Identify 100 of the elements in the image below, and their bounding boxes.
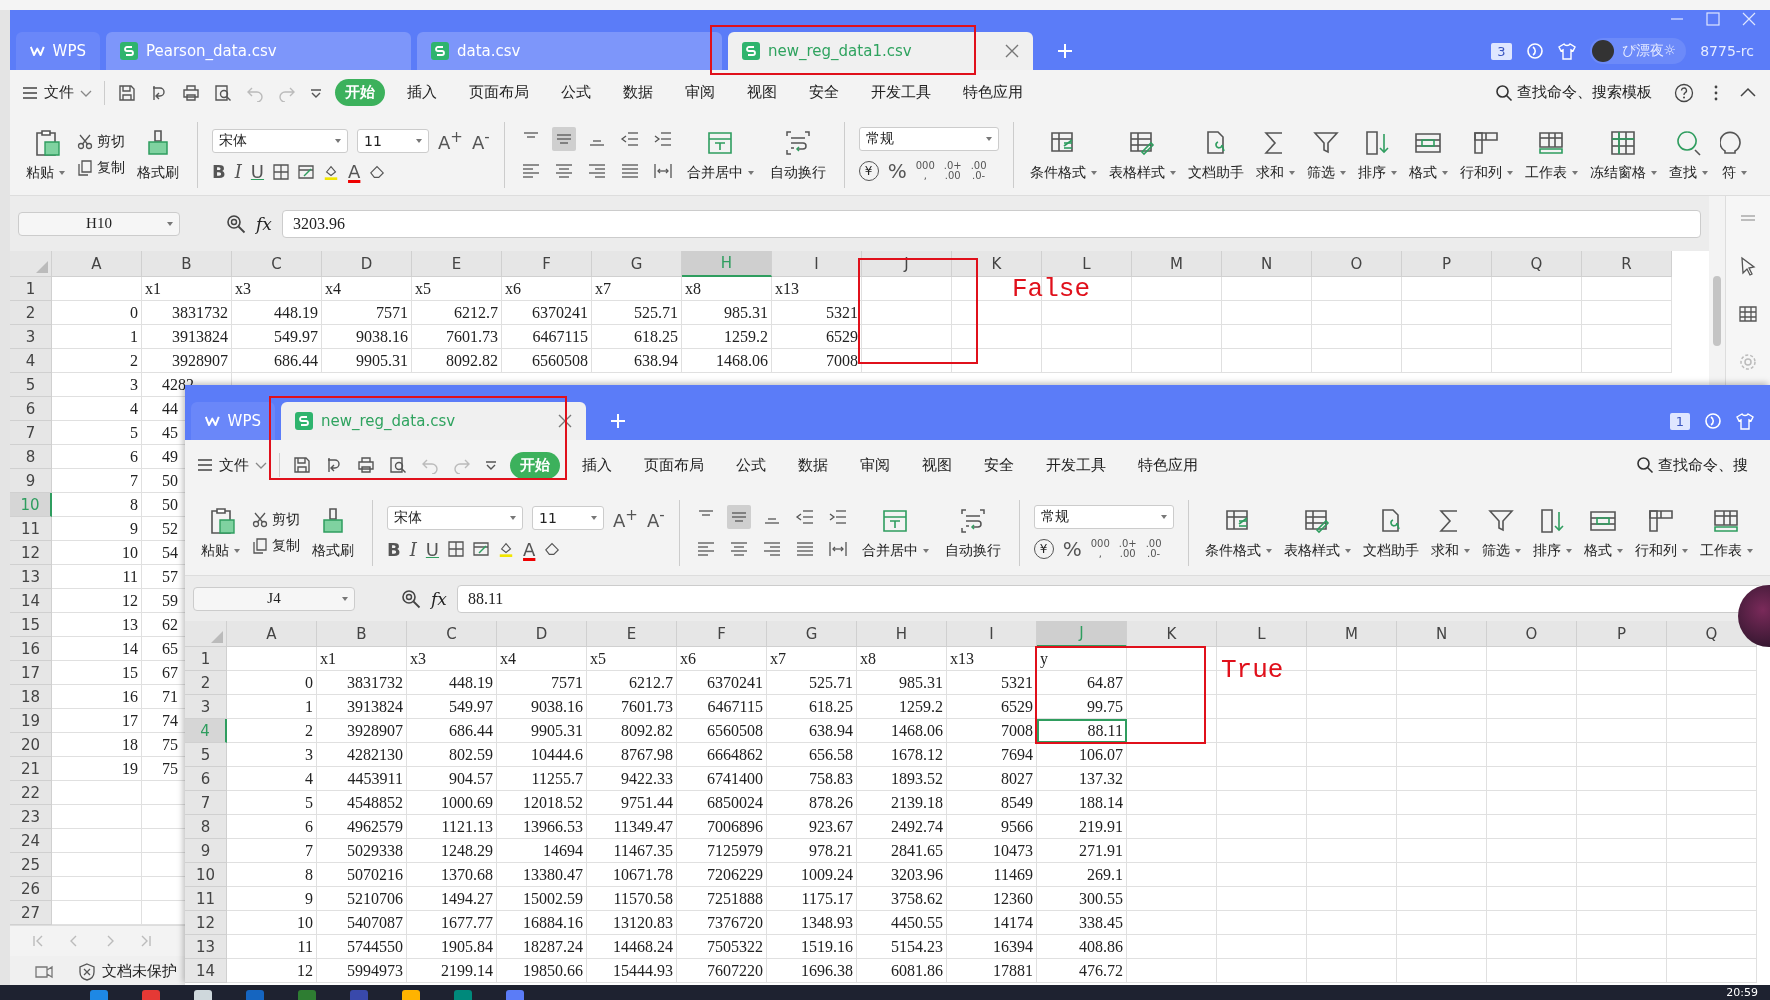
percent-button[interactable]: % (887, 159, 907, 183)
ribbon-tab[interactable]: 公式 (726, 451, 776, 479)
command-search-button[interactable]: 查找命令、搜 (1636, 455, 1748, 475)
ribbon-tab[interactable]: 开发工具 (861, 79, 941, 106)
row-header[interactable]: 23 (10, 805, 52, 829)
row-header[interactable]: 3 (185, 695, 227, 719)
row-header[interactable]: 21 (10, 757, 52, 781)
row-header[interactable]: 11 (10, 517, 52, 541)
ribbon-tab[interactable]: 审阅 (850, 451, 900, 479)
name-box[interactable]: H10 (18, 211, 180, 236)
ribbon-tool-button[interactable]: 查找 (1666, 128, 1710, 182)
wrap-text-button[interactable]: 自动换行 (940, 505, 1005, 560)
formula-field[interactable]: 3203.96 (281, 209, 1701, 238)
column-header[interactable]: G (592, 251, 682, 277)
ribbon-tab[interactable]: 视图 (737, 79, 787, 106)
format-painter-button[interactable]: 格式刷 (133, 128, 183, 182)
row-header[interactable]: 6 (185, 767, 227, 791)
row-header[interactable]: 13 (10, 565, 52, 589)
font-color-button[interactable]: A (523, 538, 536, 560)
row-header[interactable]: 1 (185, 647, 227, 671)
ribbon-tool-button[interactable]: 工作表 (1697, 505, 1755, 560)
column-header[interactable]: D (322, 251, 412, 277)
cut-button[interactable]: 剪切 (252, 510, 300, 529)
row-header[interactable]: 1 (10, 277, 52, 301)
ribbon-tab[interactable]: 数据 (788, 451, 838, 479)
copy-button[interactable]: 复制 (252, 536, 300, 555)
ribbon-tab[interactable]: 审阅 (675, 79, 725, 106)
ribbon-tab[interactable]: 安全 (974, 451, 1024, 479)
decrease-font-button[interactable]: A$^{-}$ (471, 128, 490, 153)
row-header[interactable]: 12 (10, 541, 52, 565)
window-count-badge[interactable]: 1 (1669, 412, 1690, 430)
window-count-badge[interactable]: 3 (1491, 42, 1512, 60)
row-header[interactable]: 11 (185, 887, 227, 911)
ribbon-tool-button[interactable]: 行和列 (1632, 505, 1690, 560)
ribbon-tool-button[interactable]: 表格样式 (1281, 505, 1353, 560)
row-header[interactable]: 9 (185, 839, 227, 863)
function-label[interactable]: fx (256, 213, 272, 234)
row-header[interactable]: 3 (10, 325, 52, 349)
column-header[interactable]: E (587, 621, 677, 647)
column-header[interactable]: C (407, 621, 497, 647)
ribbon-tab[interactable]: 数据 (613, 79, 663, 106)
decrease-font-button[interactable]: A$^{-}$ (646, 505, 665, 531)
command-search-button[interactable]: 查找命令、搜索模板 (1495, 83, 1652, 102)
column-header[interactable]: L (1217, 621, 1307, 647)
ribbon-tool-button[interactable]: 冻结窗格 (1587, 128, 1659, 182)
row-header[interactable]: 15 (10, 613, 52, 637)
ribbon-tool-button[interactable]: 表格样式 (1106, 128, 1178, 182)
ribbon-tool-button[interactable]: 求和 (1428, 505, 1472, 560)
row-header[interactable]: 7 (185, 791, 227, 815)
ribbon-tool-button[interactable]: 排序 (1355, 128, 1399, 182)
row-header[interactable]: 13 (185, 935, 227, 959)
ribbon-tool-button[interactable]: 求和 (1253, 128, 1297, 182)
column-header[interactable]: G (767, 621, 857, 647)
ribbon-tool-button[interactable]: 文档助手 (1185, 128, 1246, 182)
row-header[interactable]: 2 (185, 671, 227, 695)
column-header[interactable]: P (1402, 251, 1492, 277)
number-format-button[interactable]: 000 , (1090, 538, 1110, 559)
ribbon-tab[interactable]: 视图 (912, 451, 962, 479)
font-name-field[interactable]: 宋体 (212, 128, 348, 153)
text-style-button[interactable]: U (250, 161, 265, 182)
ribbon-tool-button[interactable]: 文档助手 (1360, 505, 1421, 560)
row-header[interactable]: 5 (185, 743, 227, 767)
ribbon-tool-button[interactable]: 格式 (1406, 128, 1450, 182)
column-header[interactable]: K (1127, 621, 1217, 647)
ribbon-tool-button[interactable]: 条件格式 (1027, 128, 1099, 182)
column-header[interactable]: C (232, 251, 322, 277)
column-header[interactable]: I (772, 251, 862, 277)
row-header[interactable]: 17 (10, 661, 52, 685)
font-color-button[interactable]: A (348, 161, 361, 182)
format-painter-button[interactable]: 格式刷 (308, 505, 358, 560)
ribbon-tool-button[interactable]: 筛选 (1479, 505, 1523, 560)
column-header[interactable]: R (1582, 251, 1672, 277)
number-format-button[interactable]: .0+ .00 (943, 161, 962, 181)
text-style-button[interactable]: U (425, 538, 440, 560)
column-header[interactable]: P (1577, 621, 1667, 647)
column-header[interactable]: E (412, 251, 502, 277)
column-header[interactable]: N (1222, 251, 1312, 277)
row-header[interactable]: 18 (10, 685, 52, 709)
row-header[interactable]: 6 (10, 397, 52, 421)
ribbon-tab[interactable]: 插入 (572, 451, 622, 479)
row-header[interactable]: 22 (10, 781, 52, 805)
column-header[interactable]: Q (1492, 251, 1582, 277)
column-header[interactable]: H (857, 621, 947, 647)
column-header[interactable]: B (142, 251, 232, 277)
increase-font-button[interactable]: A$^{+}$ (438, 128, 463, 153)
ribbon-tab[interactable]: 页面布局 (634, 451, 714, 479)
column-header[interactable]: F (677, 621, 767, 647)
text-style-button[interactable]: B (387, 538, 401, 560)
number-format-button[interactable]: 000 , (915, 161, 935, 181)
paste-button[interactable]: 粘贴 (22, 128, 69, 182)
column-header[interactable]: O (1487, 621, 1577, 647)
column-header[interactable]: B (317, 621, 407, 647)
ribbon-tab[interactable]: 安全 (799, 79, 849, 106)
row-header[interactable]: 26 (10, 877, 52, 901)
cut-button[interactable]: 剪切 (77, 133, 125, 151)
ribbon-tool-button[interactable]: 筛选 (1304, 128, 1348, 182)
row-header[interactable]: 7 (10, 421, 52, 445)
column-header[interactable]: O (1312, 251, 1402, 277)
row-header[interactable]: 4 (10, 349, 52, 373)
row-header[interactable]: 20 (10, 733, 52, 757)
